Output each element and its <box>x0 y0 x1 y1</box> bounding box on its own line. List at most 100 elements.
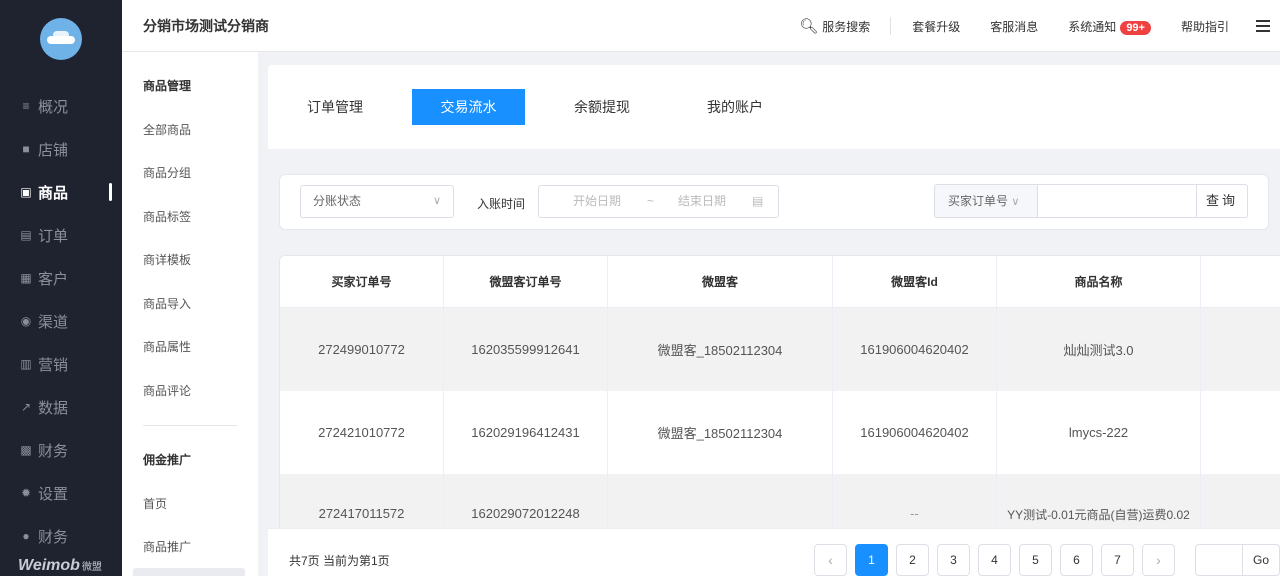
upgrade-link[interactable]: 套餐升级 <box>897 18 975 35</box>
select-placeholder: 分账状态 <box>313 194 362 208</box>
help-link[interactable]: 帮助指引 <box>1166 18 1244 35</box>
goods-icon: ▣ <box>20 185 32 199</box>
sidebar-item-finance[interactable]: ▩ 财务 <box>0 435 122 465</box>
sidebar-item-label: 设置 <box>38 485 69 503</box>
submenu-item-goods-promo[interactable]: 商品推广 <box>143 538 191 555</box>
table-cell: 272417011572 <box>280 474 444 528</box>
notify-label: 系统通知 <box>1068 19 1117 34</box>
calendar-icon: ▤ <box>752 194 764 208</box>
sidebar-item-channels[interactable]: ◉ 渠道 <box>0 306 122 336</box>
page-button[interactable]: 2 <box>896 544 929 576</box>
marketing-icon: ▥ <box>20 357 32 371</box>
tab-my-account[interactable]: 我的账户 <box>688 89 782 125</box>
page-button[interactable]: 7 <box>1101 544 1134 576</box>
sidebar-item-label: 客户 <box>38 270 69 288</box>
sidebar-item-label: 数据 <box>38 399 69 417</box>
sidebar-item-label: 财务 <box>38 528 69 546</box>
sidebar-item-label: 概况 <box>38 98 69 116</box>
tab-transactions[interactable]: 交易流水 <box>412 89 525 125</box>
table-cell: 162029196412431 <box>444 391 608 474</box>
sidebar-item-data[interactable]: ↗ 数据 <box>0 392 122 422</box>
start-date-input[interactable]: 开始日期 <box>573 186 621 217</box>
table-cell <box>608 474 833 528</box>
shop-title: 分销市场测试分销商 <box>143 18 269 34</box>
sub-menu: 商品管理 全部商品 商品分组 商品标签 商详模板 商品导入 商品属性 商品评论 … <box>122 52 258 576</box>
submenu-item-goods-import[interactable]: 商品导入 <box>143 295 191 312</box>
table-row[interactable]: 272421010772 162029196412431 微盟客_1850211… <box>280 391 1280 474</box>
page-button[interactable]: 5 <box>1019 544 1052 576</box>
list-icon: ≡ <box>22 99 30 113</box>
split-status-select[interactable]: 分账状态 ∨ <box>300 185 454 218</box>
column-header: 商品名称 <box>997 256 1201 307</box>
sidebar-item-marketing[interactable]: ▥ 营销 <box>0 349 122 379</box>
page-button[interactable]: 6 <box>1060 544 1093 576</box>
column-header: 买家订单号 <box>280 256 444 307</box>
tab-order-management[interactable]: 订单管理 <box>288 89 382 125</box>
page-button[interactable]: 4 <box>978 544 1011 576</box>
search-icon: 🔍︎ <box>799 18 819 35</box>
table-cell: 272499010772 <box>280 308 444 391</box>
page-button[interactable]: 1 <box>855 544 888 576</box>
menu-icon[interactable] <box>1256 17 1270 35</box>
submenu-item-detail-template[interactable]: 商详模板 <box>143 251 191 268</box>
column-header: 微盟客 <box>608 256 833 307</box>
submenu-item-goods-attr[interactable]: 商品属性 <box>143 338 191 355</box>
table-cell <box>1201 474 1280 528</box>
submenu-item-all-goods[interactable]: 全部商品 <box>143 121 191 138</box>
sidebar-item-label: 店铺 <box>38 141 69 159</box>
page-button[interactable]: 3 <box>937 544 970 576</box>
page-info: 共7页 当前为第1页 <box>289 554 390 568</box>
sidebar-item-overview[interactable]: ≡ 概况 <box>0 91 122 121</box>
main-sidebar: ≡ 概况 ■ 店铺 ▣ 商品 ▤ 订单 ▦ 客户 ◉ 渠道 ▥ 营销 ↗ 数据 ▩ 财务 ✹ 设置 … <box>0 0 122 576</box>
sidebar-item-customers[interactable]: ▦ 客户 <box>0 263 122 293</box>
sidebar-item-label: 营销 <box>38 356 69 374</box>
sidebar-item-finance-2[interactable]: ● 财务 <box>0 521 122 551</box>
service-search[interactable]: 🔍︎ 服务搜索 <box>799 17 892 35</box>
chevron-down-icon: ∨ <box>1011 196 1020 208</box>
submenu-group-goods: 商品管理 <box>143 79 192 93</box>
table-header: 买家订单号 微盟客订单号 微盟客 微盟客Id 商品名称 <box>280 256 1280 308</box>
table-cell: lmycs-222 <box>997 391 1201 474</box>
query-button[interactable]: 查询 <box>1196 184 1248 218</box>
table-cell: 灿灿测试3.0 <box>997 308 1201 391</box>
goto-page-input[interactable] <box>1195 544 1243 576</box>
sidebar-item-settings[interactable]: ✹ 设置 <box>0 478 122 508</box>
sidebar-item-label: 财务 <box>38 442 69 460</box>
next-page-button[interactable]: › <box>1142 544 1175 576</box>
table-cell: YY测试-0.01元商品(自营)运费0.02 <box>997 474 1201 528</box>
customer-icon: ▦ <box>20 271 32 285</box>
table-cell: 162029072012248 <box>444 474 608 528</box>
entry-time-label: 入账时间 <box>477 197 526 211</box>
column-header <box>1201 256 1280 307</box>
tab-withdraw[interactable]: 余额提现 <box>555 89 649 125</box>
submenu-group-commission: 佣金推广 <box>143 453 192 467</box>
sidebar-item-store[interactable]: ■ 店铺 <box>0 134 122 164</box>
go-button[interactable]: Go <box>1242 544 1280 576</box>
submenu-item-home[interactable]: 首页 <box>143 495 167 512</box>
search-label: 服务搜索 <box>822 19 871 34</box>
date-range-picker[interactable]: 开始日期 ~ 结束日期 ▤ <box>538 185 779 218</box>
tabs-panel: 订单管理 交易流水 余额提现 我的账户 <box>268 65 1280 149</box>
chevron-right-icon: › <box>1156 552 1161 568</box>
submenu-item-goods-group[interactable]: 商品分组 <box>143 164 191 181</box>
finance-icon: ▩ <box>20 443 32 457</box>
order-type-select[interactable]: 买家订单号 ∨ <box>934 184 1038 218</box>
submenu-item-goods-tag[interactable]: 商品标签 <box>143 208 191 225</box>
service-message-link[interactable]: 客服消息 <box>975 18 1053 35</box>
system-notify-link[interactable]: 系统通知 99+ <box>1053 18 1166 35</box>
sidebar-item-goods[interactable]: ▣ 商品 <box>0 177 122 207</box>
shop-avatar[interactable] <box>40 18 82 60</box>
sidebar-item-orders[interactable]: ▤ 订单 <box>0 220 122 250</box>
top-header: 分销市场测试分销商 🔍︎ 服务搜索 套餐升级 客服消息 系统通知 99+ 帮助指引 <box>122 0 1280 52</box>
filter-bar: 分账状态 ∨ 入账时间 开始日期 ~ 结束日期 ▤ 买家订单号 ∨ 查询 <box>279 174 1269 230</box>
order-number-input[interactable] <box>1038 184 1197 218</box>
chart-icon: ↗ <box>20 400 32 414</box>
order-type-label: 买家订单号 <box>948 194 1009 208</box>
table-row[interactable]: 272417011572 162029072012248 -- YY测试-0.0… <box>280 474 1280 528</box>
channel-icon: ◉ <box>20 314 32 328</box>
prev-page-button[interactable]: ‹ <box>814 544 847 576</box>
submenu-item-goods-review[interactable]: 商品评论 <box>143 382 191 399</box>
sidebar-item-label: 渠道 <box>38 313 69 331</box>
table-row[interactable]: 272499010772 162035599912641 微盟客_1850211… <box>280 308 1280 391</box>
end-date-input[interactable]: 结束日期 <box>678 186 726 217</box>
